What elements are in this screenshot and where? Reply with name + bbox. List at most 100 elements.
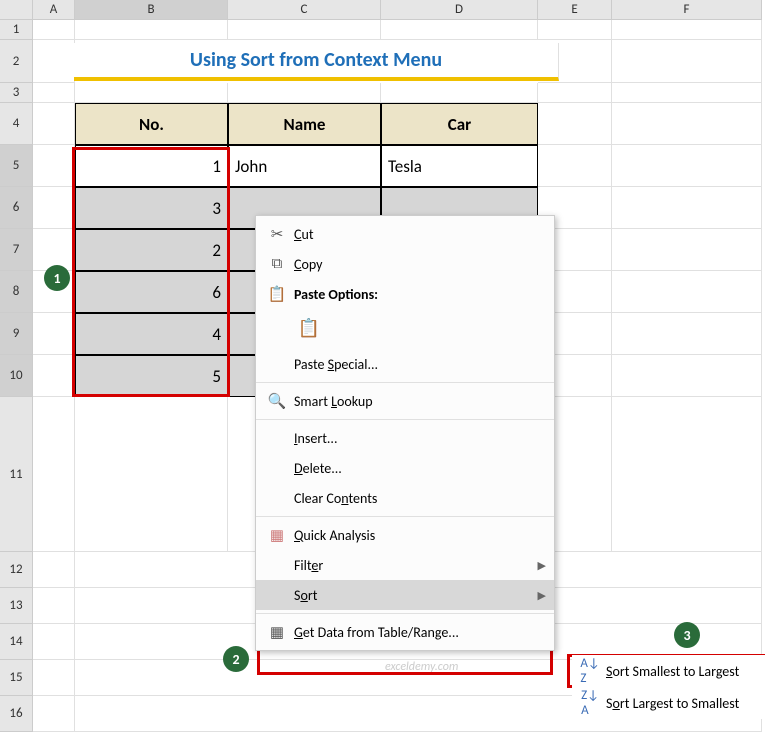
- cell[interactable]: [33, 83, 75, 103]
- cell[interactable]: [612, 229, 762, 271]
- table-cell-car[interactable]: Tesla: [381, 145, 538, 187]
- cell[interactable]: [381, 20, 538, 40]
- row-header-14[interactable]: 14: [0, 624, 33, 660]
- menu-label: Get Data from Table/Range...: [290, 624, 546, 641]
- cell[interactable]: [538, 103, 612, 145]
- cell[interactable]: [75, 83, 228, 103]
- menu-filter[interactable]: Filter ▶: [256, 550, 554, 580]
- cell[interactable]: [538, 83, 612, 103]
- table-cell-no[interactable]: 1: [75, 145, 228, 187]
- cell[interactable]: [612, 20, 762, 40]
- context-menu: ✂ Cut ⧉ Copy 📋 Paste Options: 📋 Paste Sp…: [255, 215, 555, 651]
- menu-quick-analysis[interactable]: ▦ Quick Analysis: [256, 520, 554, 550]
- cell[interactable]: [612, 40, 762, 83]
- col-header-e[interactable]: E: [538, 0, 612, 20]
- table-header-name[interactable]: Name: [228, 103, 381, 145]
- cell[interactable]: [33, 40, 75, 83]
- quick-analysis-icon: ▦: [264, 526, 290, 545]
- cell[interactable]: [33, 355, 75, 397]
- col-header-c[interactable]: C: [228, 0, 381, 20]
- cell[interactable]: [538, 145, 612, 187]
- row-header-13[interactable]: 13: [0, 588, 33, 624]
- clipboard-icon: 📋: [264, 285, 290, 304]
- cell[interactable]: [33, 145, 75, 187]
- menu-copy[interactable]: ⧉ Copy: [256, 249, 554, 279]
- paste-options-row: 📋: [256, 309, 554, 349]
- table-cell-name[interactable]: John: [228, 145, 381, 187]
- cell[interactable]: [33, 103, 75, 145]
- cell[interactable]: [612, 313, 762, 355]
- cell[interactable]: [33, 313, 75, 355]
- menu-paste-special[interactable]: Paste Special...: [256, 349, 554, 379]
- cell[interactable]: [33, 397, 75, 552]
- cell[interactable]: [612, 271, 762, 313]
- cell[interactable]: [33, 588, 75, 624]
- col-header-a[interactable]: A: [33, 0, 75, 20]
- menu-separator: [256, 613, 554, 614]
- menu-label: Paste Special...: [290, 356, 546, 373]
- sort-largest-to-smallest[interactable]: Z↓A Sort Largest to Smallest: [572, 687, 767, 719]
- page-title: Using Sort from Context Menu: [74, 43, 559, 81]
- cell[interactable]: [33, 696, 75, 732]
- row-header-8[interactable]: 8: [0, 271, 33, 313]
- menu-label: Filter: [290, 557, 538, 574]
- menu-get-data[interactable]: ▦ Get Data from Table/Range...: [256, 617, 554, 647]
- chevron-right-icon: ▶: [538, 559, 546, 572]
- cell[interactable]: [538, 20, 612, 40]
- menu-smart-lookup[interactable]: 🔍 Smart Lookup: [256, 386, 554, 416]
- col-header-d[interactable]: D: [381, 0, 538, 20]
- table-cell-no[interactable]: 2: [75, 229, 228, 271]
- cell[interactable]: [228, 20, 381, 40]
- cell[interactable]: [33, 552, 75, 588]
- cell[interactable]: [612, 145, 762, 187]
- col-header-f[interactable]: F: [612, 0, 762, 20]
- menu-delete[interactable]: Delete...: [256, 453, 554, 483]
- row-header-10[interactable]: 10: [0, 355, 33, 397]
- menu-clear-contents[interactable]: Clear Contents: [256, 483, 554, 513]
- badge-2: 2: [223, 646, 249, 672]
- menu-insert[interactable]: Insert...: [256, 423, 554, 453]
- cell[interactable]: [612, 355, 762, 397]
- cell[interactable]: [33, 187, 75, 229]
- table-header-car[interactable]: Car: [381, 103, 538, 145]
- sort-smallest-to-largest[interactable]: A↓Z Sort Smallest to Largest: [572, 655, 767, 687]
- row-header-16[interactable]: 16: [0, 696, 33, 732]
- table-header-no[interactable]: No.: [75, 103, 228, 145]
- row-header-2[interactable]: 2: [0, 40, 33, 83]
- cell[interactable]: [228, 83, 381, 103]
- col-header-b[interactable]: B: [75, 0, 228, 20]
- cell[interactable]: [33, 624, 75, 660]
- cell[interactable]: [33, 660, 75, 696]
- row-header-15[interactable]: 15: [0, 660, 33, 696]
- menu-sort[interactable]: Sort ▶: [256, 580, 554, 610]
- cell[interactable]: [612, 83, 762, 103]
- table-cell-no[interactable]: 6: [75, 271, 228, 313]
- cell[interactable]: [381, 83, 538, 103]
- submenu-label: Sort Largest to Smallest: [602, 695, 761, 712]
- paste-default-icon[interactable]: 📋: [294, 313, 324, 343]
- row-header-3[interactable]: 3: [0, 83, 33, 103]
- row-header-6[interactable]: 6: [0, 187, 33, 229]
- menu-label: Delete...: [290, 460, 546, 477]
- table-cell-no[interactable]: 5: [75, 355, 228, 397]
- row-header-12[interactable]: 12: [0, 552, 33, 588]
- table-cell-no[interactable]: 4: [75, 313, 228, 355]
- menu-label: Sort: [290, 587, 538, 604]
- cell[interactable]: [75, 397, 228, 552]
- cell[interactable]: [75, 20, 228, 40]
- cell[interactable]: [33, 20, 75, 40]
- cell[interactable]: [612, 187, 762, 229]
- row-header-9[interactable]: 9: [0, 313, 33, 355]
- select-all-corner[interactable]: [0, 0, 33, 20]
- row-header-1[interactable]: 1: [0, 20, 33, 40]
- table-icon: ▦: [264, 623, 290, 642]
- menu-cut[interactable]: ✂ Cut: [256, 219, 554, 249]
- cell[interactable]: [612, 103, 762, 145]
- row-header-4[interactable]: 4: [0, 103, 33, 145]
- cell[interactable]: [612, 397, 762, 552]
- row-header-11[interactable]: 11: [0, 397, 33, 552]
- table-cell-no[interactable]: 3: [75, 187, 228, 229]
- row-header-7[interactable]: 7: [0, 229, 33, 271]
- sort-submenu: A↓Z Sort Smallest to Largest Z↓A Sort La…: [572, 655, 767, 719]
- row-header-5[interactable]: 5: [0, 145, 33, 187]
